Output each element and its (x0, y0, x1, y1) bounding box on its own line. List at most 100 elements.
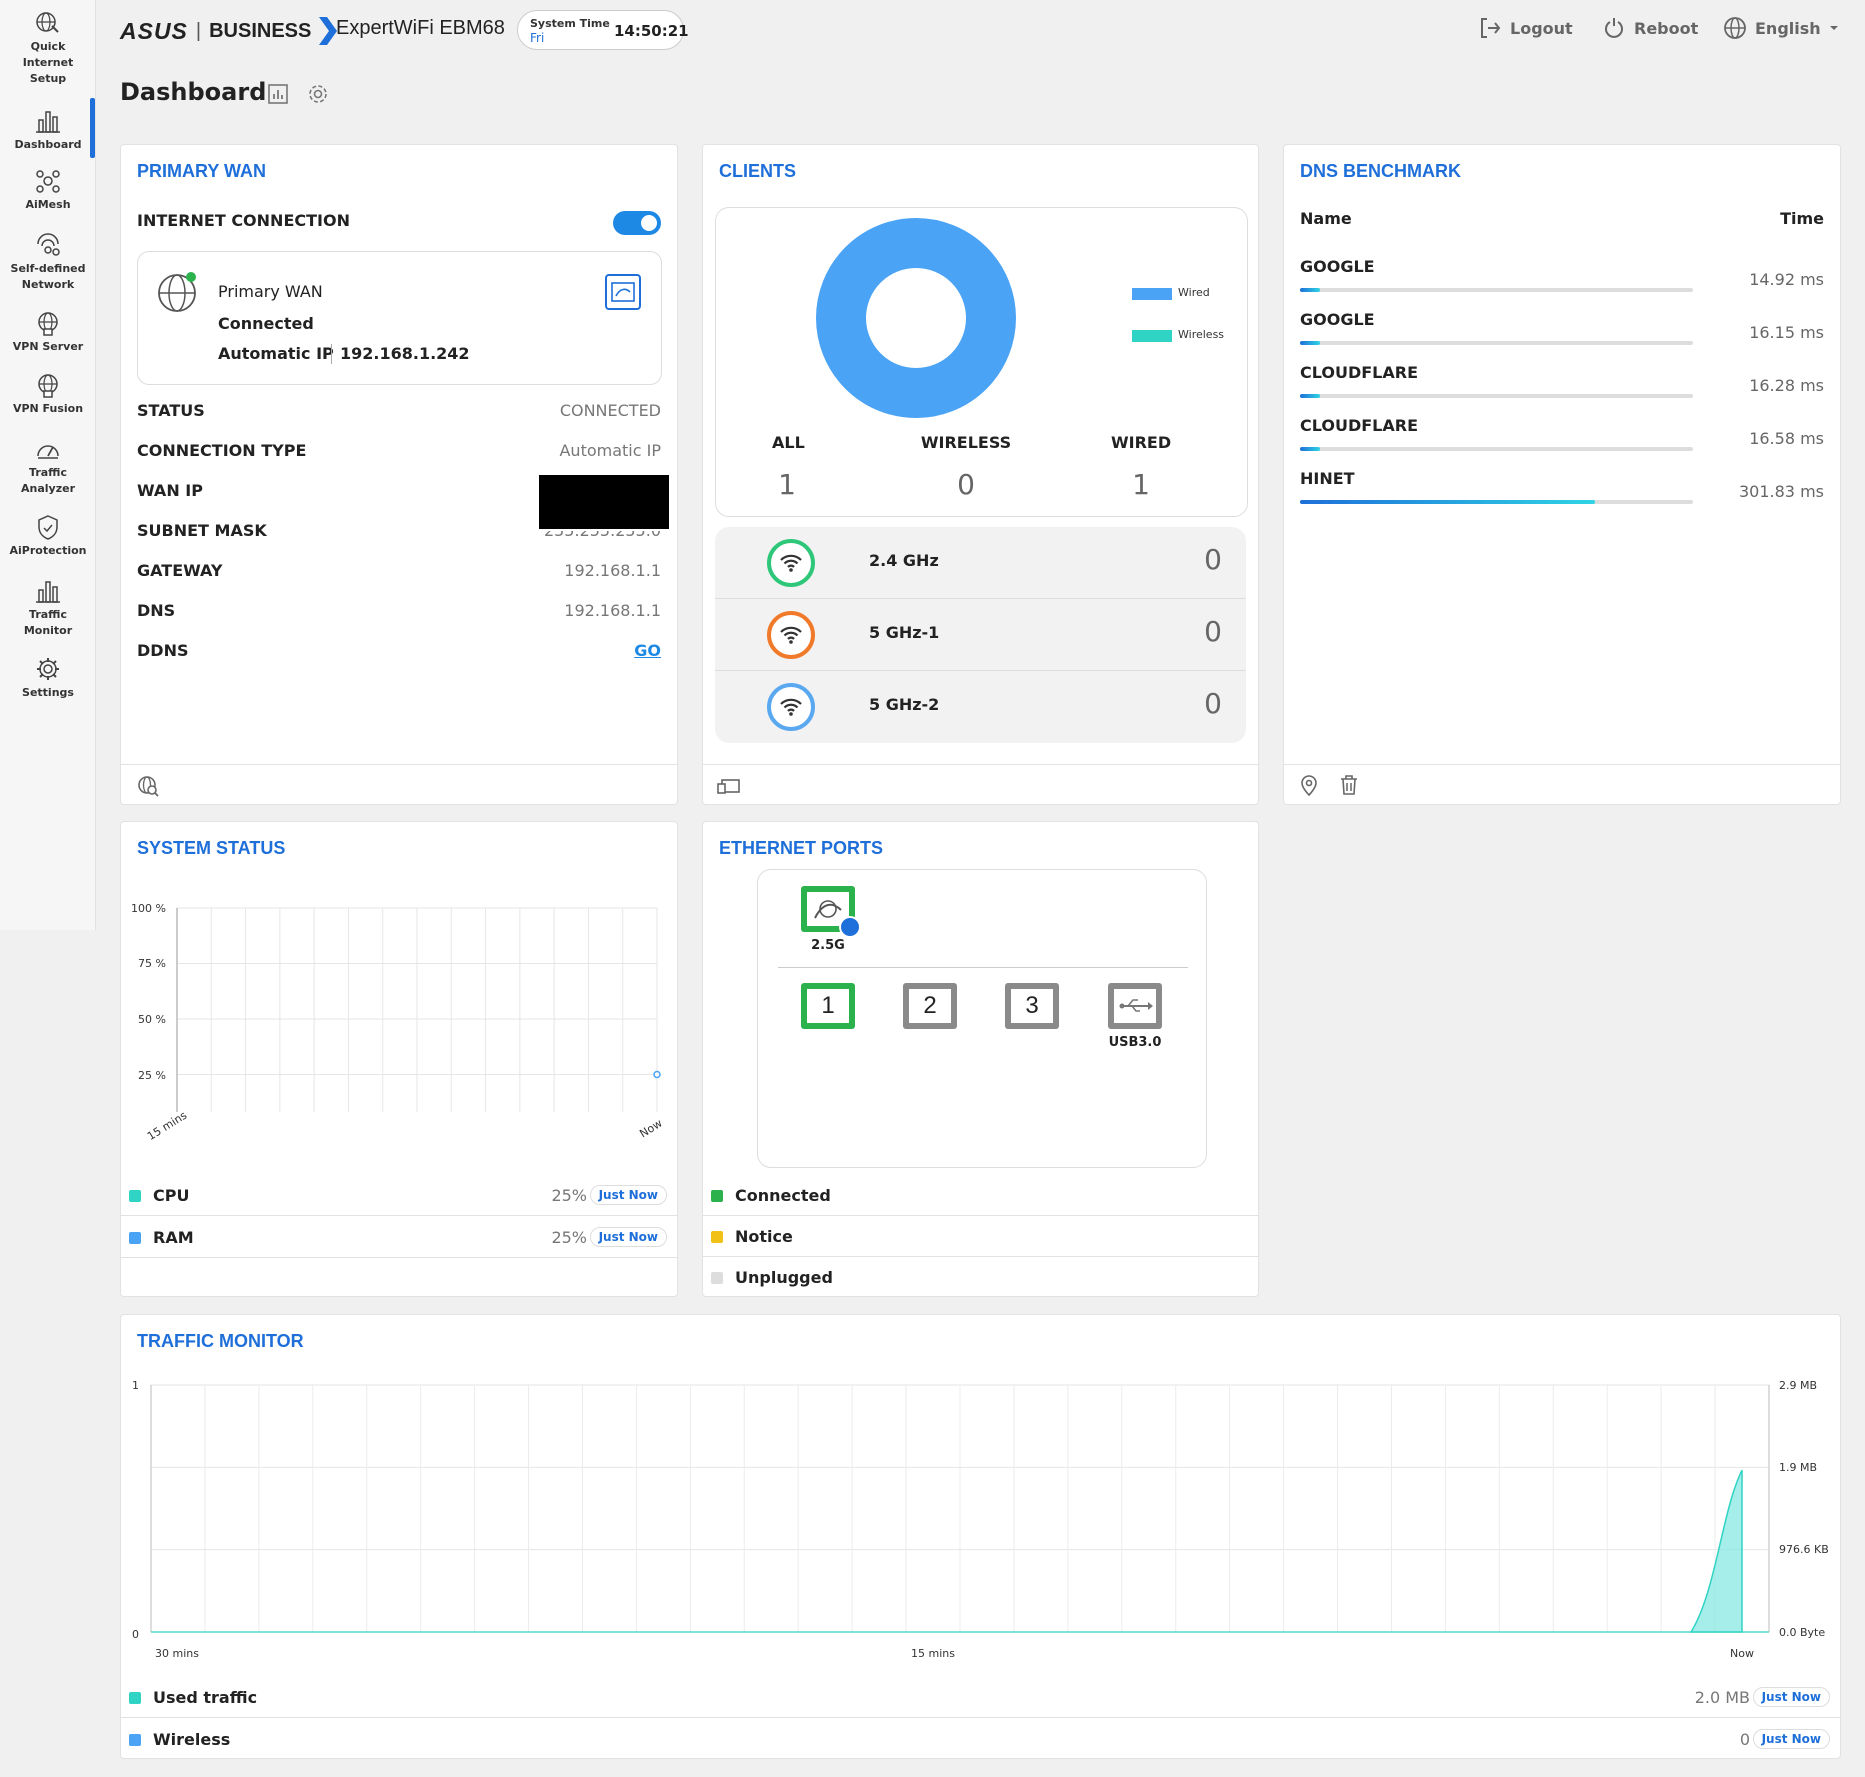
clients-wired-label: WIRED (1111, 433, 1172, 452)
dns-bar-fill (1300, 341, 1320, 345)
cpu-swatch (129, 1190, 141, 1202)
cpu-legend-row: CPU 25% Just Now (121, 1176, 677, 1216)
ram-swatch (129, 1232, 141, 1244)
card-footer (1284, 764, 1840, 804)
sidebar-item-label: Self-defined Network (10, 262, 86, 291)
sidebar-item-dashboard[interactable]: Dashboard (0, 108, 96, 153)
lan-port-1[interactable]: 1 (801, 983, 855, 1029)
card-footer (703, 764, 1258, 804)
system-status-card: SYSTEM STATUS 100 % 75 % 50 % 25 % 0 % 1… (120, 821, 678, 1297)
right-axis-tick: 2.9 MB (1779, 1379, 1817, 1392)
wan-ip-address: 192.168.1.242 (340, 344, 470, 363)
dns-time: 301.83 ms (1739, 482, 1824, 501)
wan-row-label: DNS (137, 601, 176, 620)
wan-port[interactable] (801, 886, 861, 938)
wan-row-value: 192.168.1.1 (564, 601, 661, 620)
sidebar-item-label: Dashboard (14, 138, 82, 151)
logout-button[interactable]: Logout (1478, 16, 1573, 40)
dns-col-time: Time (1780, 209, 1824, 228)
sidebar-item-traffic-analyzer[interactable]: Traffic Analyzer (0, 436, 96, 497)
language-selector[interactable]: English (1723, 16, 1849, 40)
traffic-monitor-card: TRAFFIC MONITOR 1 0 2.9 MB 1.9 MB 976.6 … (120, 1314, 1841, 1759)
clients-wireless-label: WIRELESS (920, 433, 1012, 452)
clients-wireless-count: 0 (957, 468, 975, 501)
location-pin-icon[interactable] (1298, 774, 1320, 796)
connected-legend-row: Connected (703, 1176, 1258, 1216)
usb-port[interactable] (1108, 983, 1162, 1029)
wireless-swatch (129, 1734, 141, 1746)
unplugged-legend-row: Unplugged (703, 1258, 1258, 1298)
notice-legend-row: Notice (703, 1217, 1258, 1257)
band-count: 0 (1204, 615, 1222, 648)
band-row-2-4ghz[interactable]: 2.4 GHz 0 (715, 527, 1246, 599)
sidebar-item-aiprotection[interactable]: AiProtection (0, 514, 96, 559)
band-row-5ghz-2[interactable]: 5 GHz-2 0 (715, 671, 1246, 743)
sidebar-item-traffic-monitor[interactable]: Traffic Monitor (0, 578, 96, 639)
sidebar-item-self-defined-network[interactable]: Self-defined Network (0, 232, 96, 293)
report-icon[interactable] (266, 82, 290, 106)
ddns-go-link[interactable]: GO (634, 641, 661, 660)
dns-bar-fill (1300, 288, 1320, 292)
dns-bar (1300, 447, 1693, 451)
dns-time: 16.28 ms (1749, 376, 1824, 395)
wifi-icon (767, 611, 815, 659)
gear-icon[interactable] (306, 82, 330, 106)
device-icon[interactable] (717, 777, 741, 795)
cpu-value: 25% (551, 1186, 587, 1205)
ram-legend-row: RAM 25% Just Now (121, 1218, 677, 1258)
brand-label: ASUS (120, 17, 188, 44)
port-number: 3 (1011, 989, 1053, 1023)
business-label: BUSINESS (209, 19, 312, 42)
globe-search-icon[interactable] (137, 775, 159, 797)
band-count: 0 (1204, 543, 1222, 576)
sidebar-item-aimesh[interactable]: AiMesh (0, 168, 96, 213)
lan-port-3[interactable]: 3 (1005, 983, 1059, 1029)
x-axis-label: 30 mins (155, 1647, 199, 1660)
card-title: ETHERNET PORTS (719, 838, 884, 858)
shield-icon (38, 515, 58, 540)
sidebar-item-settings[interactable]: Settings (0, 656, 96, 701)
lan-port-2[interactable]: 2 (903, 983, 957, 1029)
wan-row-value: CONNECTED (559, 401, 661, 420)
just-now-badge: Just Now (1752, 1687, 1830, 1707)
language-label: English (1755, 18, 1821, 38)
wan-row-value: Automatic IP (559, 441, 661, 460)
sidebar: Quick Internet Setup Dashboard AiMesh Se… (0, 0, 96, 930)
card-footer (121, 764, 677, 804)
wireless-label: Wireless (153, 1730, 231, 1749)
page-title: Dashboard (120, 78, 267, 106)
used-traffic-value: 2.0 MB (1694, 1688, 1750, 1707)
clients-donut-chart (816, 218, 1016, 418)
band-row-5ghz-1[interactable]: 5 GHz-1 0 (715, 599, 1246, 671)
reboot-button[interactable]: Reboot (1602, 16, 1698, 40)
dns-name: HINET (1300, 469, 1355, 488)
internet-connection-label: INTERNET CONNECTION (137, 211, 350, 230)
bar-chart-icon (36, 111, 60, 133)
wifi-icon (767, 539, 815, 587)
sidebar-item-label: VPN Server (12, 340, 84, 353)
asus-business-logo[interactable]: ASUS | BUSINESS (120, 17, 339, 45)
wifi-icon (767, 683, 815, 731)
system-day: Fri (530, 31, 545, 45)
trash-icon[interactable] (1338, 774, 1360, 796)
dns-bar (1300, 341, 1693, 345)
internet-connection-toggle[interactable] (613, 211, 661, 235)
dns-name: GOOGLE (1300, 310, 1375, 329)
wan-port-label: 2.5G (811, 938, 845, 953)
x-end-label: Now (637, 1116, 665, 1141)
ram-label: RAM (153, 1228, 194, 1247)
sidebar-item-vpn-server[interactable]: VPN Server (0, 310, 96, 355)
globe-icon (1724, 17, 1746, 39)
wan-row-label: WAN IP (137, 481, 203, 500)
port-number: 2 (909, 989, 951, 1023)
wan-link-icon[interactable] (605, 274, 641, 310)
sidebar-item-vpn-fusion[interactable]: VPN Fusion (0, 372, 96, 417)
connected-swatch (711, 1190, 723, 1202)
band-name: 5 GHz-2 (869, 695, 940, 714)
sidebar-item-quick-internet-setup[interactable]: Quick Internet Setup (0, 10, 96, 87)
power-icon (1605, 18, 1623, 38)
card-title: DNS BENCHMARK (1300, 161, 1461, 181)
traffic-monitor-chart: 1 0 2.9 MB 1.9 MB 976.6 KB 0.0 Byte 30 m… (132, 1379, 1829, 1660)
card-title: CLIENTS (719, 161, 797, 181)
dns-benchmark-card: DNS BENCHMARK Name Time GOOGLE 14.92 ms … (1283, 144, 1841, 805)
